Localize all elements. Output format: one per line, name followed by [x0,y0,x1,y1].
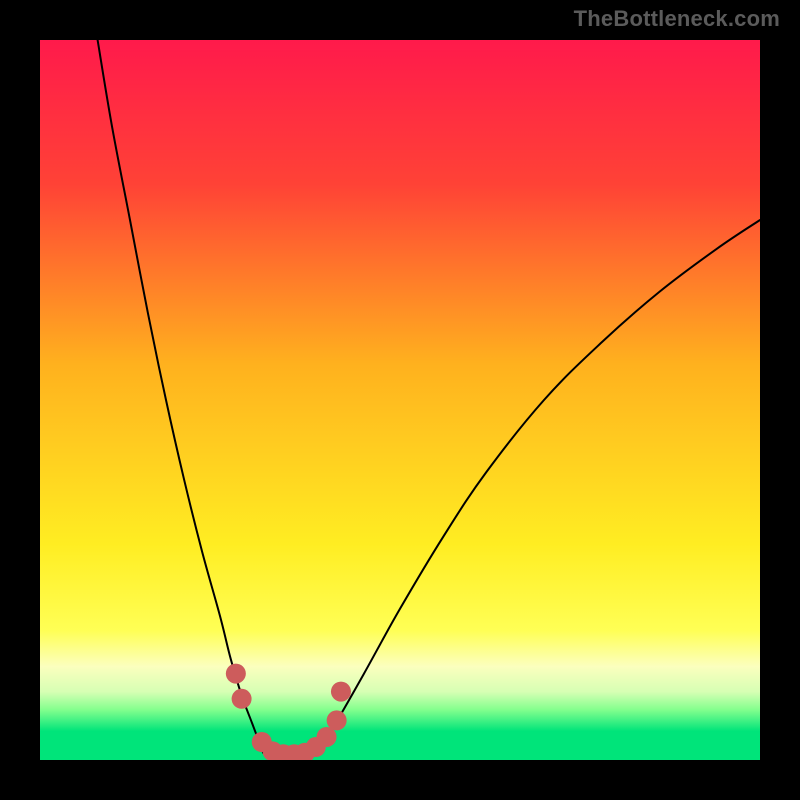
valley-dot [327,710,347,730]
valley-dots-group [226,664,351,760]
curve-right-branch [317,220,760,753]
chart-frame: TheBottleneck.com [0,0,800,800]
valley-dot [331,682,351,702]
curve-left-branch [98,40,264,753]
valley-dot [232,689,252,709]
plot-area [40,40,760,760]
curve-layer [40,40,760,760]
valley-dot [317,727,337,747]
watermark-text: TheBottleneck.com [574,6,780,32]
valley-dot [226,664,246,684]
